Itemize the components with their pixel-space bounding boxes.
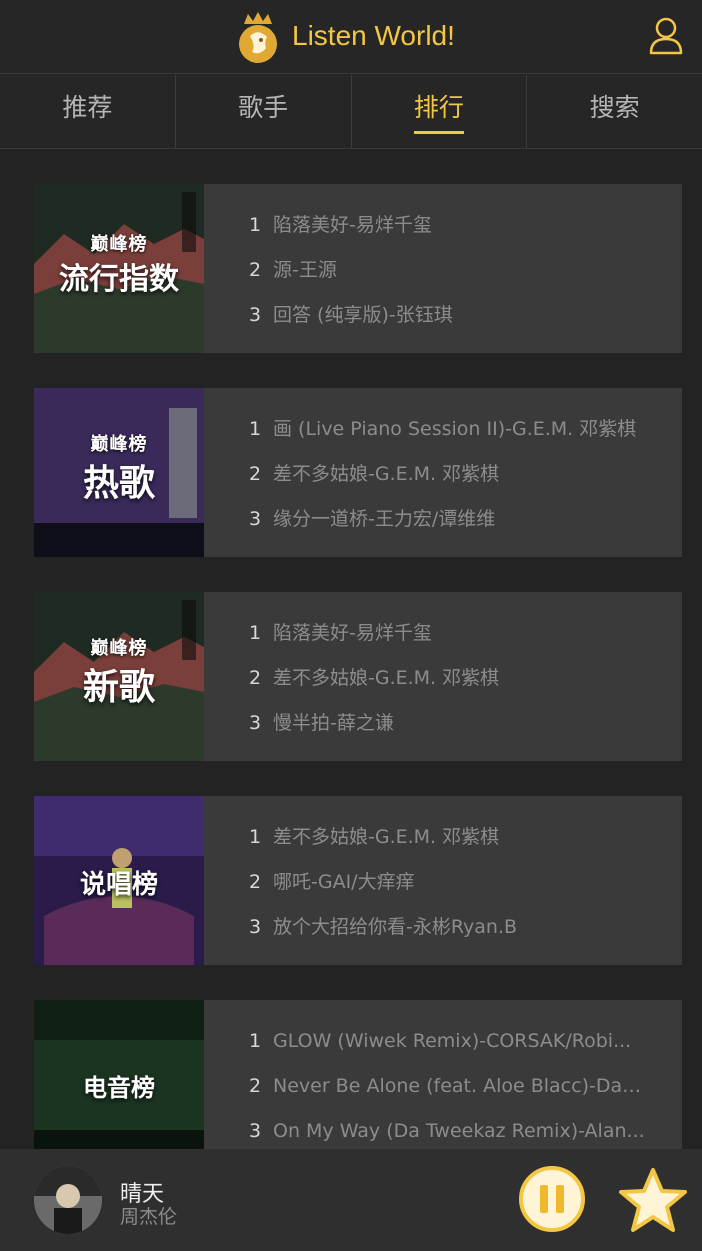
list-item: 1 陷落美好-易烊千玺 <box>249 214 432 236</box>
chart-card-electronic[interactable]: 电音榜 1 GLOW (Wiwek Remix)-CORSAK/Robi... 2… <box>34 1000 682 1169</box>
chart-song-list: 1画 (Live Piano Session II)-G.E.M. 邓紫棋 2差… <box>249 412 669 547</box>
chart-cover: 巅峰榜 新歌 <box>34 592 204 761</box>
album-art[interactable] <box>34 1166 102 1234</box>
chart-cover: 电音榜 <box>34 1000 204 1169</box>
chart-song-list: 1 GLOW (Wiwek Remix)-CORSAK/Robi... 2 Neve… <box>249 1024 669 1159</box>
cover-label: 电音榜 <box>83 1074 155 1102</box>
chart-song-list: 1 陷落美好-易烊千玺 2 差不多姑娘-G.E.M. 邓紫棋 3 慢半拍-薛之谦 <box>249 616 669 751</box>
cover-label: 流行指数 <box>59 262 179 297</box>
pause-icon[interactable] <box>518 1165 586 1233</box>
list-item: 2 Never Be Alone (feat. Aloe Blacc)-Davi.… <box>249 1075 648 1097</box>
cover-badge: 巅峰榜 <box>90 638 148 659</box>
list-item: 3 缘分一道桥-王力宏/谭维维 <box>249 508 496 530</box>
cover-label: 热歌 <box>82 463 155 504</box>
ranking-list: 巅峰榜 流行指数 1 陷落美好-易烊千玺 2 源-王源 3 回答 (纯享版)-张钰琪 … <box>34 184 682 1204</box>
chart-card-pop-index[interactable]: 巅峰榜 流行指数 1 陷落美好-易烊千玺 2 源-王源 3 回答 (纯享版)-张钰琪 <box>34 184 682 353</box>
list-item: 2 差不多姑娘-G.E.M. 邓紫棋 <box>249 463 500 485</box>
list-item: 3 放个大招给你看-永彬Ryan.B <box>249 916 518 938</box>
list-item: 2 哪吒-GAI/大痒痒 <box>249 871 415 893</box>
chart-card-rap[interactable]: 说唱榜 1 差不多姑娘-G.E.M. 邓紫棋 2 哪吒-GAI/大痒痒 3 放个大招给… <box>34 796 682 965</box>
list-item: 1 GLOW (Wiwek Remix)-CORSAK/Robi... <box>249 1030 632 1052</box>
cover-badge: 巅峰榜 <box>90 434 148 455</box>
chart-card-hot-songs[interactable]: 巅峰榜 热歌 1画 (Live Piano Session II)-G.E.M.… <box>34 388 682 557</box>
chart-card-new-songs[interactable]: 巅峰榜 新歌 1 陷落美好-易烊千玺 2 差不多姑娘-G.E.M. 邓紫棋 3 慢半拍… <box>34 592 682 761</box>
list-item: 1画 (Live Piano Session II)-G.E.M. 邓紫棋 <box>249 418 637 440</box>
tab-recommend[interactable]: 推荐 <box>0 75 176 148</box>
chart-cover: 巅峰榜 流行指数 <box>34 184 204 353</box>
list-item: 2 差不多姑娘-G.E.M. 邓紫棋 <box>249 667 500 689</box>
crown-lion-logo <box>239 12 277 63</box>
chart-cover: 说唱榜 <box>34 796 204 965</box>
now-playing-artist: 周杰伦 <box>120 1206 178 1228</box>
chart-song-list: 1 陷落美好-易烊千玺 2 源-王源 3 回答 (纯享版)-张钰琪 <box>249 208 669 343</box>
nav-tabs: 推荐 歌手 排行 搜索 <box>0 75 702 149</box>
cover-label: 说唱榜 <box>79 870 158 900</box>
chart-cover: 巅峰榜 热歌 <box>34 388 204 557</box>
list-item: 3 回答 (纯享版)-张钰琪 <box>249 304 453 326</box>
cover-badge: 巅峰榜 <box>90 234 148 255</box>
cover-label: 新歌 <box>82 667 155 708</box>
list-item: 2 源-王源 <box>249 259 337 281</box>
tab-search[interactable]: 搜索 <box>527 75 702 148</box>
tab-ranking[interactable]: 排行 <box>352 75 528 148</box>
list-item: 1 差不多姑娘-G.E.M. 邓紫棋 <box>249 826 500 848</box>
chart-song-list: 1 差不多姑娘-G.E.M. 邓紫棋 2 哪吒-GAI/大痒痒 3 放个大招给你看-永… <box>249 820 669 955</box>
app-title: Listen World! <box>292 20 455 51</box>
user-icon[interactable] <box>648 15 684 55</box>
app-header: Listen World! <box>0 0 702 74</box>
list-item: 3 慢半拍-薛之谦 <box>249 712 394 734</box>
mini-player[interactable]: 晴天 周杰伦 <box>0 1149 702 1251</box>
star-icon[interactable] <box>618 1165 688 1235</box>
tab-singers[interactable]: 歌手 <box>176 75 352 148</box>
list-item: 1 陷落美好-易烊千玺 <box>249 622 432 644</box>
